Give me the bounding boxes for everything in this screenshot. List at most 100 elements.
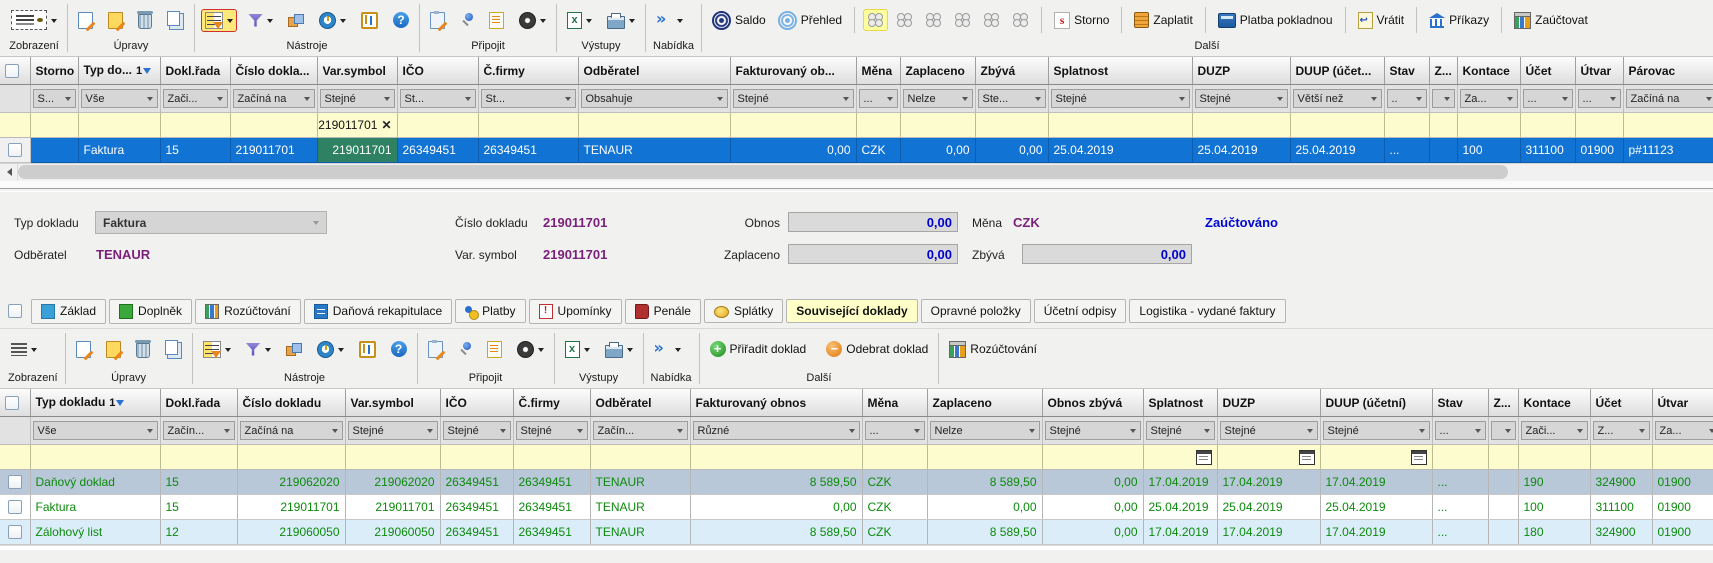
zaplatit-button[interactable]: Zaplatit: [1131, 10, 1195, 30]
row-select-cell[interactable]: [0, 138, 30, 163]
delete-record-button[interactable]: [135, 9, 155, 31]
cell[interactable]: 17.04.2019: [1320, 520, 1432, 545]
tab-danova-rekapitulace[interactable]: Daňová rekapitulace: [304, 299, 452, 324]
storno-button[interactable]: Storno: [1051, 10, 1112, 31]
filter-value-cell[interactable]: [1384, 113, 1429, 138]
refresh-button[interactable]: [314, 339, 347, 360]
filter-operator-dropdown[interactable]: S...: [33, 89, 76, 108]
tab-penale[interactable]: Penále: [625, 299, 701, 324]
cell[interactable]: 25.04.2019: [1320, 495, 1432, 520]
grid-settings-button[interactable]: [200, 339, 234, 360]
col-header[interactable]: Útvar: [1575, 57, 1623, 85]
cell[interactable]: Faktura: [30, 495, 160, 520]
cell[interactable]: 190: [1518, 470, 1590, 495]
cell[interactable]: 100: [1457, 138, 1520, 163]
select-all-cell[interactable]: [0, 57, 30, 85]
filter-value-cell[interactable]: [0, 113, 30, 138]
vratit-button[interactable]: Vrátit: [1355, 10, 1408, 31]
filter-value-cell[interactable]: [1192, 113, 1290, 138]
cell[interactable]: CZK: [862, 495, 927, 520]
filter-operator-dropdown[interactable]: ...: [865, 421, 925, 440]
cell[interactable]: 01900: [1652, 495, 1713, 520]
cell[interactable]: CZK: [862, 520, 927, 545]
cell[interactable]: 0,00: [900, 138, 975, 163]
filter-operator-dropdown[interactable]: Stejné: [443, 421, 511, 440]
cell[interactable]: 17.04.2019: [1143, 520, 1217, 545]
cell[interactable]: 17.04.2019: [1143, 470, 1217, 495]
print-button[interactable]: [602, 339, 636, 360]
cell[interactable]: 0,00: [690, 495, 862, 520]
cell[interactable]: 25.04.2019: [1217, 495, 1320, 520]
filter-value-cell[interactable]: [1320, 445, 1432, 470]
filter-value-cell[interactable]: [927, 445, 1042, 470]
new-record-button[interactable]: [75, 10, 96, 31]
row-checkbox[interactable]: [8, 525, 22, 539]
tab-splatky[interactable]: Splátky: [704, 299, 783, 323]
view-button[interactable]: [8, 341, 40, 358]
cell[interactable]: 26349451: [440, 470, 513, 495]
filter-operator-dropdown[interactable]: Stejné: [1045, 421, 1141, 440]
filter-value-cell[interactable]: [160, 113, 230, 138]
filter-operator-dropdown[interactable]: Stejné: [1323, 421, 1430, 440]
col-header[interactable]: IČO: [440, 389, 513, 417]
link-button[interactable]: [285, 12, 307, 29]
typ-dokladu-dropdown[interactable]: Faktura: [95, 211, 327, 234]
filter-value-cell[interactable]: [345, 445, 440, 470]
cell[interactable]: p#11123: [1623, 138, 1713, 163]
prehled-button[interactable]: Přehled: [775, 9, 845, 32]
cell[interactable]: 26349451: [478, 138, 578, 163]
cell[interactable]: CZK: [856, 138, 900, 163]
filter-value-cell[interactable]: [730, 113, 856, 138]
grid-settings-button[interactable]: [202, 10, 236, 31]
cell[interactable]: 311100: [1590, 495, 1652, 520]
filter-operator-dropdown[interactable]: ...: [859, 89, 898, 108]
menu-button[interactable]: [651, 339, 684, 359]
filter-value-cell[interactable]: [1652, 445, 1713, 470]
col-header[interactable]: Z...: [1429, 57, 1457, 85]
media-button[interactable]: [514, 339, 547, 360]
col-header[interactable]: DUUP (účet...: [1290, 57, 1384, 85]
checklist-button[interactable]: [484, 339, 505, 360]
cell[interactable]: 219011701: [345, 495, 440, 520]
col-header[interactable]: Var.symbol: [345, 389, 440, 417]
options-button[interactable]: [358, 10, 381, 31]
filter-value-cell[interactable]: [0, 445, 30, 470]
cell[interactable]: [1488, 470, 1518, 495]
filter-operator-dropdown[interactable]: St...: [400, 89, 476, 108]
select-all-checkbox[interactable]: [5, 64, 19, 78]
filter-value-cell[interactable]: [1590, 445, 1652, 470]
col-header[interactable]: Z...: [1488, 389, 1518, 417]
filter-value-cell[interactable]: [578, 113, 730, 138]
tab-upominky[interactable]: Upomínky: [529, 299, 622, 324]
filter-operator-dropdown[interactable]: [1491, 421, 1516, 440]
copy-record-button[interactable]: [164, 9, 187, 31]
col-header[interactable]: Odběratel: [590, 389, 690, 417]
filter-operator-dropdown[interactable]: Začíná na: [233, 89, 315, 108]
filter-operator-dropdown[interactable]: [1432, 89, 1455, 108]
filter-value-cell[interactable]: [1623, 113, 1713, 138]
clover-button-2[interactable]: [893, 10, 916, 30]
select-all-checkbox[interactable]: [5, 396, 19, 410]
tab-doplnek[interactable]: Doplněk: [109, 299, 192, 324]
filter-operator-dropdown[interactable]: Nelze: [903, 89, 973, 108]
cell[interactable]: 8 589,50: [927, 470, 1042, 495]
filter-value-cell[interactable]: [160, 445, 237, 470]
copy-record-button[interactable]: [162, 338, 185, 360]
row-checkbox[interactable]: [8, 500, 22, 514]
col-header[interactable]: Účet: [1590, 389, 1652, 417]
refresh-button[interactable]: [316, 10, 349, 31]
tab-ucetni-odpisy[interactable]: Účetní odpisy: [1034, 299, 1127, 323]
col-header[interactable]: Stav: [1384, 57, 1429, 85]
checklist-button[interactable]: [486, 10, 507, 31]
cell[interactable]: TENAUR: [590, 470, 690, 495]
cell[interactable]: 15: [160, 138, 230, 163]
filter-operator-dropdown[interactable]: Obsahuje: [581, 89, 728, 108]
col-header[interactable]: DUUP (účetní): [1320, 389, 1432, 417]
cell[interactable]: TENAUR: [590, 520, 690, 545]
filter-value-cell[interactable]: [30, 445, 160, 470]
new-record-button[interactable]: [73, 339, 94, 360]
filter-operator-dropdown[interactable]: ...: [1578, 89, 1621, 108]
row-select-cell[interactable]: [0, 495, 30, 520]
prikazy-button[interactable]: Příkazy: [1426, 11, 1492, 30]
cell[interactable]: Daňový doklad: [30, 470, 160, 495]
